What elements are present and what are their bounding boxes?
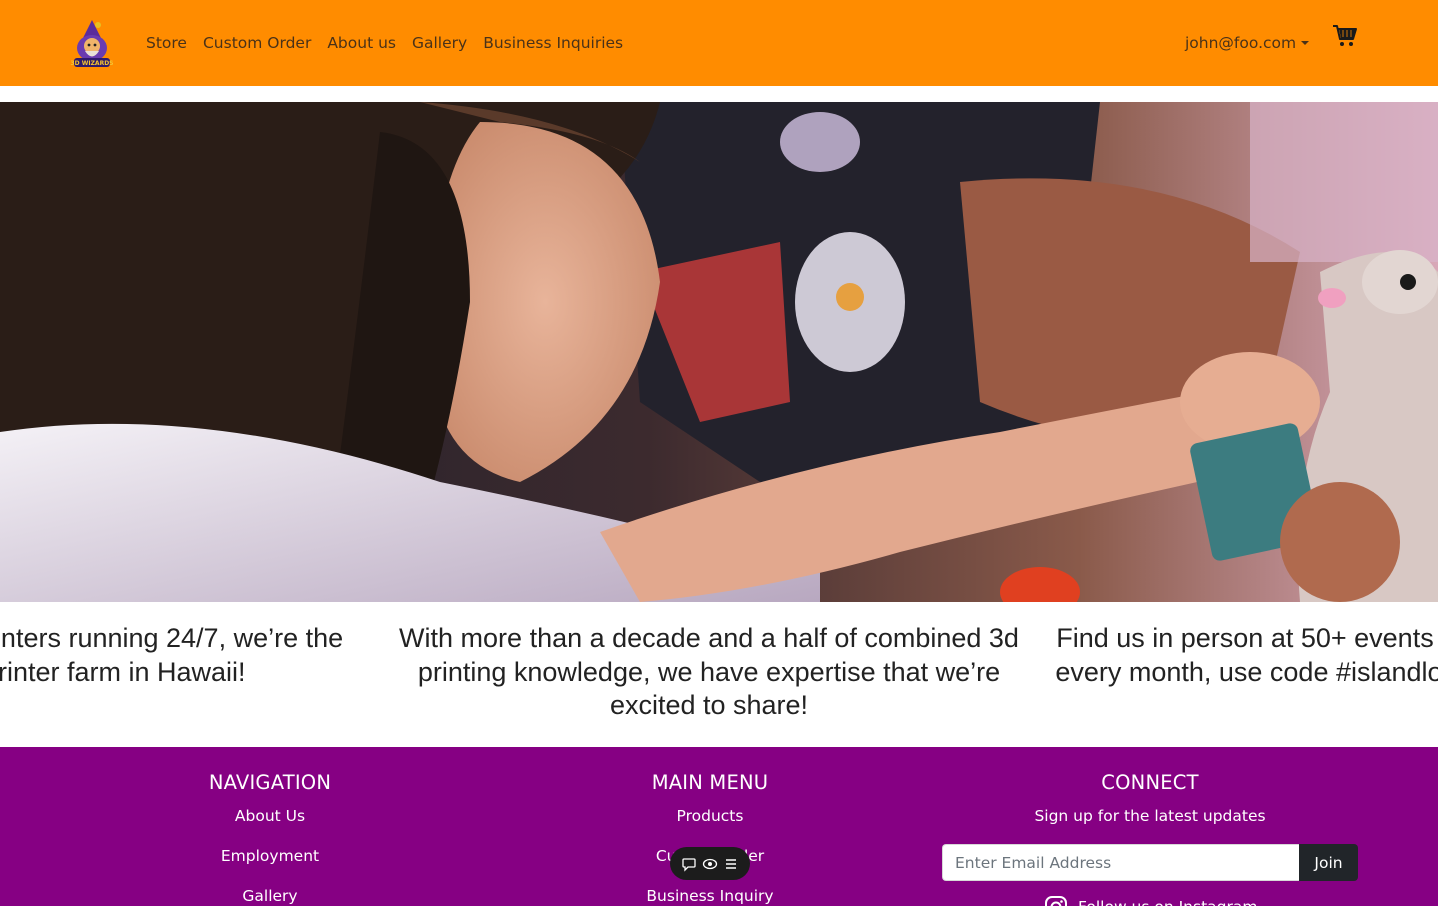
svg-text:3D WIZARDS: 3D WIZARDS [70,60,113,67]
comment-icon[interactable] [681,856,697,872]
floating-toolbar [670,847,750,880]
shopping-cart-icon[interactable] [1332,24,1358,48]
newsletter-subtitle: Sign up for the latest updates [1034,807,1266,825]
newsletter-email-input[interactable] [942,844,1299,881]
footer-navigation-column: NAVIGATION About Us Employment Gallery [110,771,430,921]
instagram-link-text: Follow us on Instagram [1078,898,1258,916]
footer-link-products[interactable]: Products [550,801,870,841]
top-navbar: 3D WIZARDS Store Custom Order About us G… [0,0,1438,86]
nav-link-custom-order[interactable]: Custom Order [203,34,311,52]
feature-expertise: With more than a decade and a half of co… [399,623,1019,720]
feature-events: Find us in person at 50+ events across t… [1055,623,1438,687]
footer-connect-heading: CONNECT [1101,771,1199,794]
footer-link-business-inquiry[interactable]: Business Inquiry [550,881,870,921]
hero-image [0,102,1438,602]
instagram-icon [1045,896,1067,918]
footer-connect-column: CONNECT Sign up for the latest updates [990,771,1310,831]
brand-logo[interactable]: 3D WIZARDS [68,18,116,70]
instagram-link[interactable]: Follow us on Instagram [1044,895,1257,919]
nav-link-gallery[interactable]: Gallery [412,34,467,52]
newsletter-join-button[interactable]: Join [1299,844,1358,881]
footer-navigation-heading: NAVIGATION [208,771,332,794]
site-footer: NAVIGATION About Us Employment Gallery M… [0,747,1438,918]
footer-main-menu-column: MAIN MENU Products Custom Order Business… [550,771,870,921]
caret-down-icon [1301,41,1310,45]
footer-link-employment[interactable]: Employment [110,841,430,881]
feature-strip: With over 100 printers running 24/7, we’… [0,602,1438,747]
footer-main-menu-heading: MAIN MENU [651,771,769,794]
footer-link-about-us[interactable]: About Us [110,801,430,841]
eye-icon[interactable] [702,856,718,872]
newsletter-form: Join [942,844,1358,881]
footer-link-gallery[interactable]: Gallery [110,881,430,921]
nav-link-about-us[interactable]: About us [327,34,396,52]
nav-links: Store Custom Order About us Gallery Busi… [146,0,639,86]
nav-link-business-inquiries[interactable]: Business Inquiries [483,34,623,52]
menu-icon[interactable] [723,856,739,872]
feature-printer-farm: With over 100 printers running 24/7, we’… [0,623,344,687]
user-account-dropdown[interactable]: john@foo.com [1185,0,1310,86]
user-email: john@foo.com [1185,34,1297,52]
nav-link-store[interactable]: Store [146,34,187,52]
